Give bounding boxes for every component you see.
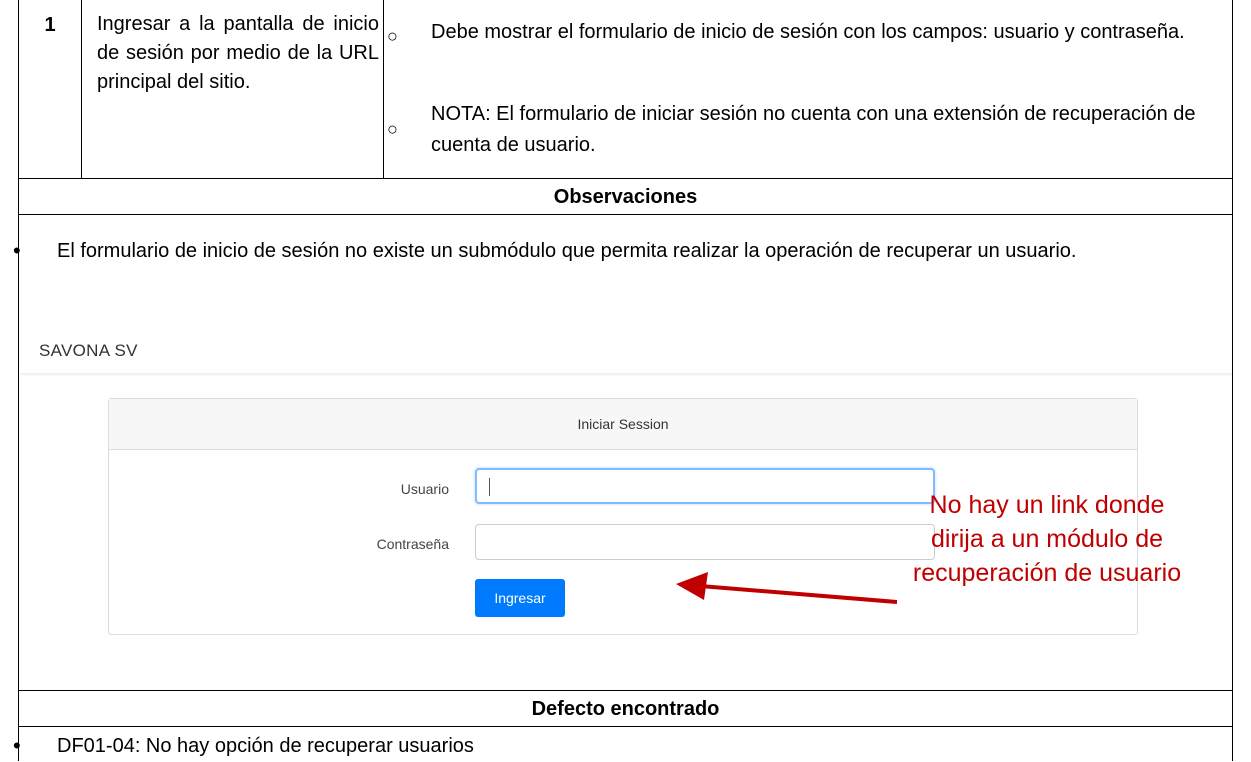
red-arrow-icon <box>676 572 898 604</box>
annotation-note: No hay un link donde dirija a un módulo … <box>912 491 1182 587</box>
